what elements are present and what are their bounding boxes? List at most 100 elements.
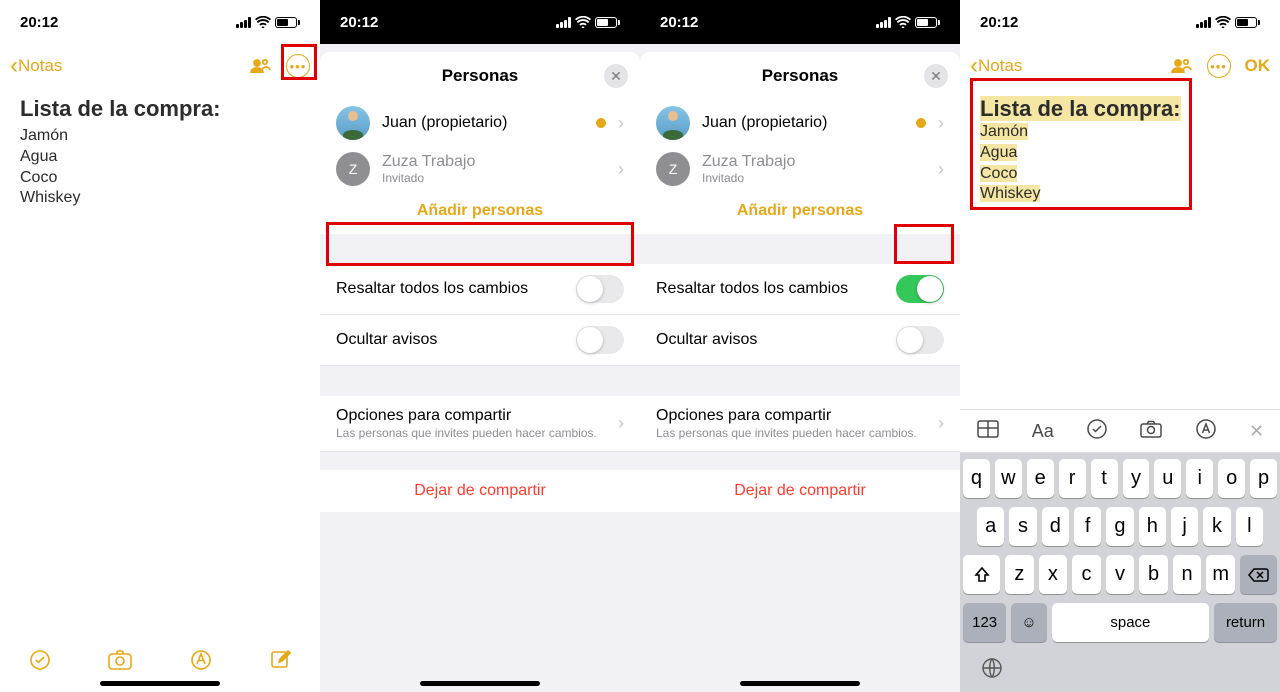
wifi-icon — [895, 16, 911, 28]
wifi-icon — [575, 16, 591, 28]
share-people-icon[interactable] — [1169, 54, 1193, 78]
dismiss-icon[interactable]: ✕ — [1249, 421, 1264, 442]
status-time: 20:12 — [660, 14, 698, 31]
home-indicator[interactable] — [420, 681, 540, 686]
key-return[interactable]: return — [1214, 603, 1277, 642]
avatar-guest: Z — [336, 152, 370, 186]
ellipsis-icon: ••• — [286, 54, 310, 78]
key-s[interactable]: s — [1009, 507, 1036, 546]
stop-sharing-button[interactable]: Dejar de compartir — [320, 470, 640, 512]
keyboard-row-2: a s d f g h j k l — [963, 507, 1277, 546]
key-c[interactable]: c — [1072, 555, 1101, 594]
key-backspace[interactable] — [1240, 555, 1277, 594]
screen-people-on: 20:12 Personas ✕ Juan (propietario) › Z … — [640, 0, 960, 692]
person-role: Invitado — [702, 171, 926, 185]
globe-icon[interactable] — [980, 656, 1004, 685]
key-i[interactable]: i — [1186, 459, 1213, 498]
keyboard-row-1: q w e r t y u i o p — [963, 459, 1277, 498]
key-m[interactable]: m — [1206, 555, 1235, 594]
key-d[interactable]: d — [1042, 507, 1069, 546]
back-label: Notas — [18, 56, 62, 76]
add-people-button[interactable]: Añadir personas — [640, 192, 960, 234]
key-n[interactable]: n — [1173, 555, 1202, 594]
back-button[interactable]: ‹Notas — [970, 52, 1022, 80]
more-button[interactable]: ••• — [286, 54, 310, 78]
home-indicator[interactable] — [100, 681, 220, 686]
stop-sharing-button[interactable]: Dejar de compartir — [640, 470, 960, 512]
key-emoji[interactable]: ☺ — [1011, 603, 1046, 642]
markup-icon[interactable] — [189, 648, 213, 677]
compose-icon[interactable] — [268, 648, 292, 677]
person-name: Zuza Trabajo — [382, 153, 606, 171]
highlight-toggle[interactable] — [896, 275, 944, 303]
key-l[interactable]: l — [1236, 507, 1263, 546]
chevron-left-icon: ‹ — [10, 52, 18, 80]
person-name: Juan (propietario) — [382, 114, 584, 132]
signal-icon — [556, 17, 571, 28]
camera-icon[interactable] — [107, 648, 133, 677]
close-button[interactable]: ✕ — [924, 64, 948, 88]
key-v[interactable]: v — [1106, 555, 1135, 594]
key-q[interactable]: q — [963, 459, 990, 498]
keyboard-toolbar: Aa ✕ — [960, 409, 1280, 453]
key-x[interactable]: x — [1039, 555, 1068, 594]
ok-button[interactable]: OK — [1245, 56, 1271, 76]
share-options-row[interactable]: Opciones para compartirLas personas que … — [640, 396, 960, 452]
back-button[interactable]: ‹Notas — [10, 52, 62, 80]
camera-icon[interactable] — [1139, 419, 1163, 444]
share-options-row[interactable]: Opciones para compartirLas personas que … — [320, 396, 640, 452]
key-space[interactable]: space — [1052, 603, 1209, 642]
share-people-icon[interactable] — [248, 54, 272, 78]
key-k[interactable]: k — [1203, 507, 1230, 546]
person-owner-row[interactable]: Juan (propietario) › — [320, 100, 640, 146]
setting-label: Ocultar avisos — [336, 331, 437, 349]
highlight-changes-row: Resaltar todos los cambios — [320, 264, 640, 315]
signal-icon — [876, 17, 891, 28]
status-right — [876, 16, 940, 28]
key-t[interactable]: t — [1091, 459, 1118, 498]
key-j[interactable]: j — [1171, 507, 1198, 546]
key-h[interactable]: h — [1139, 507, 1166, 546]
checklist-icon[interactable] — [1086, 418, 1108, 445]
table-icon[interactable] — [976, 419, 1000, 444]
key-123[interactable]: 123 — [963, 603, 1006, 642]
person-owner-row[interactable]: Juan (propietario) › — [640, 100, 960, 146]
key-e[interactable]: e — [1027, 459, 1054, 498]
battery-icon — [275, 17, 300, 28]
markup-icon[interactable] — [1195, 418, 1217, 445]
chevron-right-icon: › — [618, 159, 624, 180]
hide-toggle[interactable] — [896, 326, 944, 354]
status-bar: 20:12 — [960, 0, 1280, 44]
wifi-icon — [255, 16, 271, 28]
person-guest-row[interactable]: Z Zuza TrabajoInvitado › — [640, 146, 960, 192]
add-people-button[interactable]: Añadir personas — [320, 192, 640, 234]
key-f[interactable]: f — [1074, 507, 1101, 546]
close-icon: ✕ — [610, 68, 622, 85]
avatar-owner — [656, 106, 690, 140]
key-a[interactable]: a — [977, 507, 1004, 546]
key-w[interactable]: w — [995, 459, 1022, 498]
key-z[interactable]: z — [1005, 555, 1034, 594]
key-p[interactable]: p — [1250, 459, 1277, 498]
close-button[interactable]: ✕ — [604, 64, 628, 88]
key-o[interactable]: o — [1218, 459, 1245, 498]
checklist-icon[interactable] — [28, 648, 52, 677]
highlight-toggle[interactable] — [576, 275, 624, 303]
person-guest-row[interactable]: Z Zuza TrabajoInvitado › — [320, 146, 640, 192]
key-r[interactable]: r — [1059, 459, 1086, 498]
note-line: Agua — [980, 143, 1260, 164]
format-icon[interactable]: Aa — [1032, 421, 1054, 442]
key-g[interactable]: g — [1106, 507, 1133, 546]
key-y[interactable]: y — [1123, 459, 1150, 498]
key-b[interactable]: b — [1139, 555, 1168, 594]
key-u[interactable]: u — [1154, 459, 1181, 498]
note-content[interactable]: Lista de la compra: Jamón Agua Coco Whis… — [0, 88, 320, 692]
setting-label: Resaltar todos los cambios — [336, 280, 528, 298]
more-button[interactable]: ••• — [1207, 54, 1231, 78]
status-bar: 20:12 — [640, 0, 960, 44]
home-indicator[interactable] — [740, 681, 860, 686]
key-shift[interactable] — [963, 555, 1000, 594]
status-bar: 20:12 — [320, 0, 640, 44]
hide-toggle[interactable] — [576, 326, 624, 354]
sheet-header: Personas ✕ — [640, 52, 960, 100]
